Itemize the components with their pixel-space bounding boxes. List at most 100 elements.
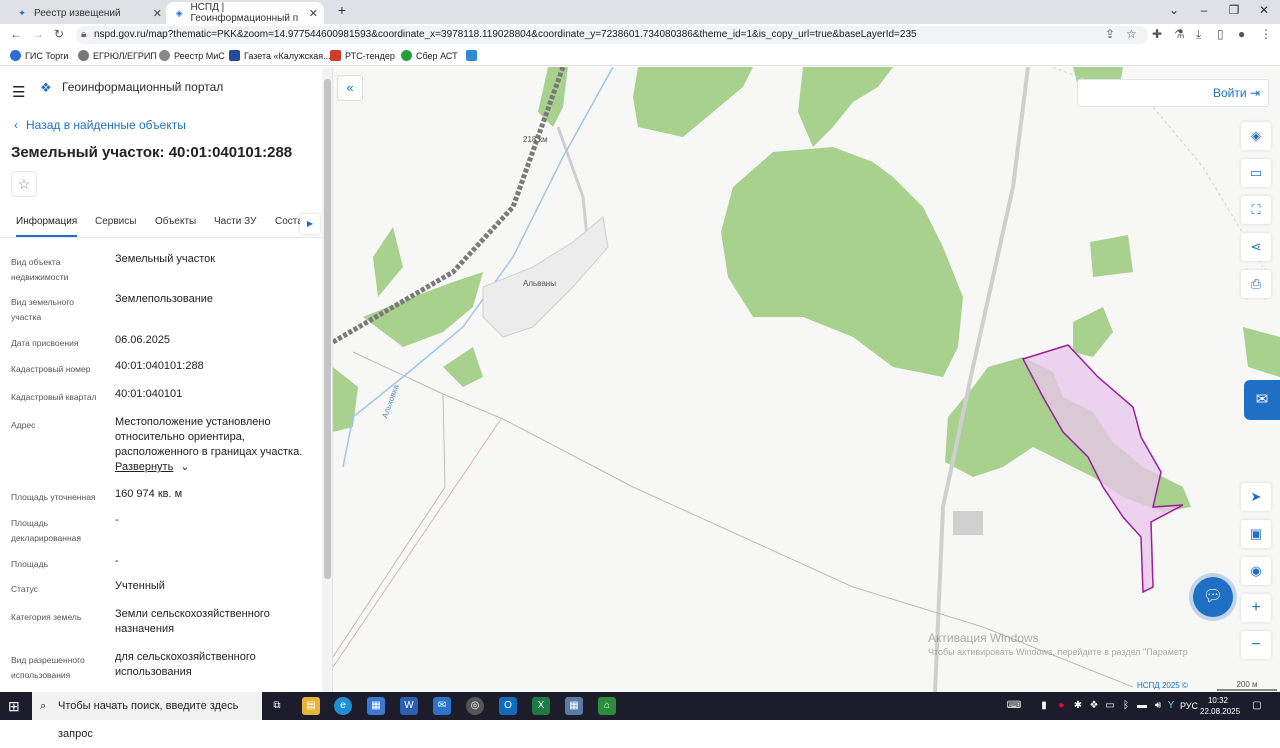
locate-button[interactable]: ➤ bbox=[1241, 483, 1271, 511]
back-to-results-link[interactable]: ‹ Назад в найденные объекты bbox=[14, 118, 186, 132]
house-app-icon[interactable]: ⌂ bbox=[598, 697, 616, 715]
zoom-out-button[interactable]: − bbox=[1241, 631, 1271, 659]
forest-area bbox=[721, 147, 963, 377]
new-tab-button[interactable]: + bbox=[330, 2, 354, 18]
expand-link[interactable]: Развернуть ⌄ bbox=[115, 460, 315, 475]
bookmark-gis[interactable]: ГИС Торги bbox=[10, 50, 68, 61]
menu-dots-icon[interactable]: ⋮ bbox=[1260, 27, 1272, 41]
zoom-in-button[interactable]: + bbox=[1241, 594, 1271, 622]
store-icon[interactable]: ▦ bbox=[367, 697, 385, 715]
notifications-icon[interactable]: ▢ bbox=[1248, 697, 1266, 715]
close-tab-icon[interactable]: ✕ bbox=[309, 7, 318, 20]
tabs-scroll-right-icon[interactable]: ▶ bbox=[300, 214, 320, 234]
lab-icon[interactable]: ⚗ bbox=[1174, 27, 1185, 41]
ruler-button[interactable]: ▭ bbox=[1241, 159, 1271, 187]
geolocation-button[interactable]: ◉ bbox=[1241, 557, 1271, 585]
bookmark-label: Реестр МиС bbox=[174, 50, 225, 61]
bookmark-nspd[interactable] bbox=[466, 50, 481, 61]
field-label: Вид объекта недвижимости bbox=[11, 257, 69, 282]
favorite-star-icon[interactable]: ☆ bbox=[11, 171, 37, 197]
tab-registry[interactable]: ✦ Реестр извещений ✕ bbox=[8, 2, 168, 24]
profile-icon[interactable]: ● bbox=[1238, 27, 1245, 41]
print-button[interactable]: ⎙ bbox=[1241, 270, 1271, 298]
print-icon: ⎙ bbox=[1250, 276, 1262, 291]
back-link-label: Назад в найденные объекты bbox=[26, 118, 186, 132]
tab-services[interactable]: Сервисы bbox=[95, 216, 136, 235]
bookmark-star-icon[interactable]: ☆ bbox=[1126, 27, 1137, 41]
tab-parts[interactable]: Части ЗУ bbox=[214, 216, 256, 235]
close-window-icon[interactable]: ✕ bbox=[1252, 3, 1276, 17]
tab-title: НСПД | Геоинформационный п bbox=[190, 2, 299, 24]
windows-activation-watermark: Активация Windows Чтобы активировать Win… bbox=[928, 631, 1188, 657]
keyboard-icon[interactable]: ⌨ bbox=[1005, 697, 1023, 715]
select-area-button[interactable]: ⛶ bbox=[1241, 196, 1271, 224]
hamburger-menu-icon[interactable]: ☰ bbox=[12, 83, 25, 101]
support-chat-button[interactable]: ✉ bbox=[1244, 380, 1280, 420]
minimize-icon[interactable]: – bbox=[1192, 3, 1216, 17]
tab-search-icon[interactable]: ⌄ bbox=[1162, 3, 1186, 17]
bookmark-sber[interactable]: Сбер АСТ bbox=[401, 50, 458, 61]
field-label: Дата присвоения bbox=[11, 338, 79, 348]
taskbar-search-input[interactable]: ⌕ Чтобы начать поиск, введите здесь запр… bbox=[32, 692, 262, 740]
field-label: Площадь декларированная bbox=[11, 518, 81, 543]
scrollbar-thumb[interactable] bbox=[324, 79, 331, 579]
share-map-button[interactable]: ⋖ bbox=[1241, 233, 1271, 261]
field-value: - bbox=[115, 555, 119, 567]
file-explorer-icon[interactable]: ▤ bbox=[302, 697, 320, 715]
bookmark-egrul[interactable]: ЕГРЮЛ/ЕГРИП bbox=[78, 50, 157, 61]
field-value: для сельскохозяйственного использования bbox=[115, 651, 256, 678]
bookmark-rts[interactable]: РТС-тендер bbox=[330, 50, 395, 61]
task-view-icon[interactable]: ⧉ bbox=[268, 697, 286, 715]
portal-logo[interactable]: ❖ Геоинформационный портал bbox=[40, 80, 223, 95]
panel-scrollbar[interactable] bbox=[322, 67, 332, 692]
tab-composition[interactable]: Соста bbox=[275, 216, 303, 235]
bookmark-gazeta[interactable]: Газета «Калужская... bbox=[229, 50, 331, 61]
url-input[interactable]: 🔒︎ nspd.gov.ru/map?thematic=PKK&zoom=14.… bbox=[76, 26, 1148, 44]
collapse-panel-button[interactable]: « bbox=[337, 75, 363, 101]
field-value: Местоположение установлено относительно … bbox=[115, 416, 303, 458]
extensions-icon[interactable]: ✚ bbox=[1152, 27, 1162, 41]
word-icon[interactable]: W bbox=[400, 697, 418, 715]
calculator-icon[interactable]: ▦ bbox=[565, 697, 583, 715]
edge-icon[interactable]: e bbox=[334, 697, 352, 715]
login-button[interactable]: Войти ⇥ bbox=[1213, 86, 1260, 100]
chrome-icon[interactable]: ◎ bbox=[466, 697, 484, 715]
forward-arrow-icon[interactable]: → bbox=[32, 27, 44, 41]
close-tab-icon[interactable]: ✕ bbox=[153, 7, 162, 20]
mail-icon[interactable]: ✉ bbox=[433, 697, 451, 715]
chat-bubble-button[interactable]: 💬︎ bbox=[1193, 577, 1233, 617]
tab-nspd[interactable]: ◈ НСПД | Геоинформационный п ✕ bbox=[166, 2, 324, 24]
bookmark-label: Сбер АСТ bbox=[416, 50, 458, 61]
forest-area bbox=[443, 347, 483, 387]
minimap-button[interactable]: ▣ bbox=[1241, 520, 1271, 548]
pdf-icon[interactable]: ▮ bbox=[1035, 697, 1053, 715]
field-label: Кадастровый квартал bbox=[11, 392, 97, 402]
back-arrow-icon[interactable]: ← bbox=[10, 27, 22, 41]
gazeta-icon bbox=[229, 50, 240, 61]
share-icon[interactable]: ⇪ bbox=[1105, 27, 1115, 41]
egrul-icon bbox=[78, 50, 89, 61]
language-indicator[interactable]: РУС bbox=[1177, 697, 1201, 715]
layers-button[interactable]: ◈ bbox=[1241, 122, 1271, 150]
reload-icon[interactable]: ↻ bbox=[54, 27, 64, 41]
field-label: Статус bbox=[11, 584, 38, 594]
map-layers bbox=[333, 67, 1280, 692]
map-copyright[interactable]: НСПД 2025 © bbox=[1137, 681, 1188, 690]
bookmark-label: Газета «Калужская... bbox=[244, 50, 331, 61]
share-map-icon: ⋖ bbox=[1250, 239, 1262, 254]
field-label: Кадастровый номер bbox=[11, 364, 91, 374]
layers-icon: ◈ bbox=[1251, 128, 1261, 143]
download-icon[interactable]: ⤓ bbox=[1196, 27, 1201, 42]
system-clock[interactable]: 10:32 22.08.2025 bbox=[1200, 695, 1240, 717]
field-label: Категория земель bbox=[11, 612, 82, 622]
maximize-icon[interactable]: ❐ bbox=[1222, 3, 1246, 17]
tab-objects[interactable]: Объекты bbox=[155, 216, 196, 235]
excel-icon[interactable]: X bbox=[532, 697, 550, 715]
sidebar-toggle-icon[interactable]: ▯ bbox=[1217, 27, 1224, 41]
outlook-icon[interactable]: O bbox=[499, 697, 517, 715]
windows-start-icon[interactable]: ⊞ bbox=[8, 698, 20, 715]
map-canvas[interactable]: « 218 км Альваны Альховка Войти ⇥ ◈ ▭ ⛶ … bbox=[333, 67, 1280, 692]
tab-information[interactable]: Информация bbox=[16, 216, 78, 237]
antivirus-icon[interactable]: ● bbox=[1052, 697, 1070, 715]
bookmark-reestr[interactable]: Реестр МиС bbox=[159, 50, 225, 61]
